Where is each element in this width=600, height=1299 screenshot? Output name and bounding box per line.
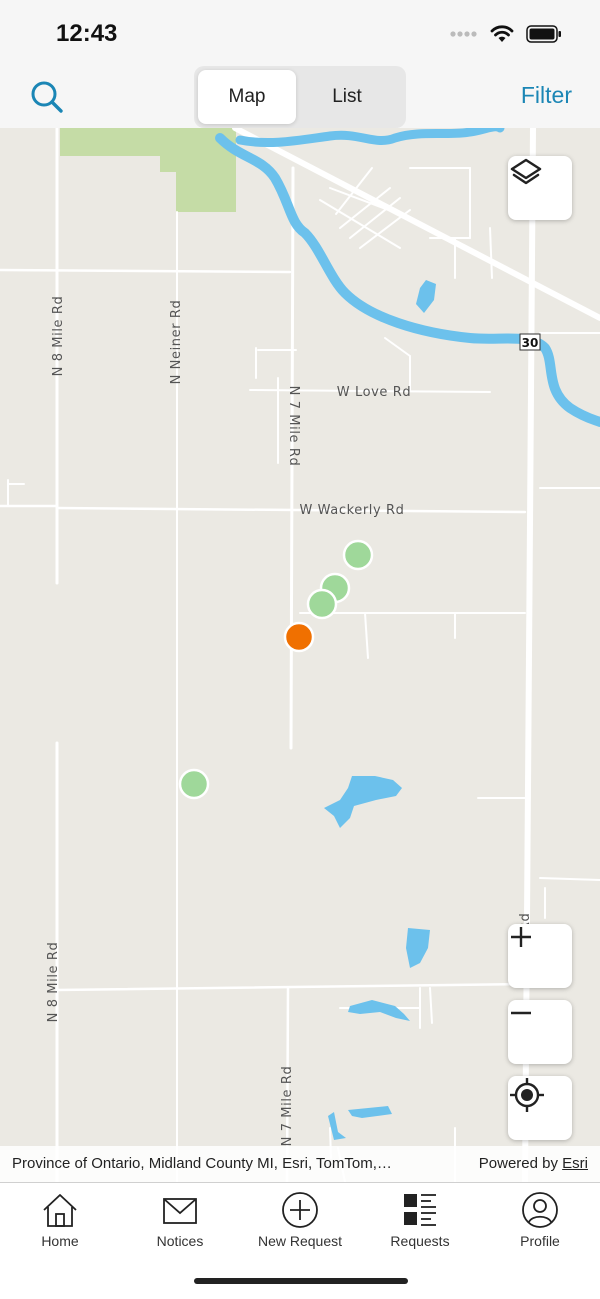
list-icon bbox=[404, 1194, 436, 1226]
tab-home-label: Home bbox=[41, 1233, 79, 1249]
tab-new-request-label: New Request bbox=[257, 1233, 343, 1249]
request-marker[interactable] bbox=[342, 539, 374, 571]
attribution-sources: Province of Ontario, Midland County MI, … bbox=[12, 1155, 392, 1172]
map-view[interactable]: N 8 Mile Rd N Neiner Rd N 7 Mile Rd W Lo… bbox=[0, 128, 600, 1182]
road-label-love: W Love Rd bbox=[337, 385, 411, 400]
plus-circle-icon bbox=[282, 1192, 318, 1228]
battery-icon bbox=[526, 25, 561, 43]
status-icons bbox=[450, 22, 562, 46]
filter-button[interactable]: Filter bbox=[521, 82, 572, 109]
plus-icon bbox=[511, 927, 531, 947]
envelope-icon bbox=[163, 1198, 197, 1224]
tab-requests[interactable]: Requests bbox=[360, 1183, 480, 1255]
road-label-n7-upper: N 7 Mile Rd bbox=[286, 386, 301, 467]
attribution-powered-by: Powered by Esri bbox=[479, 1155, 588, 1172]
tab-profile[interactable]: Profile bbox=[480, 1183, 600, 1255]
highway-shield-30: 30 bbox=[519, 333, 541, 351]
park-area bbox=[60, 128, 236, 212]
user-circle-icon bbox=[522, 1192, 558, 1228]
map-attribution: Province of Ontario, Midland County MI, … bbox=[0, 1146, 600, 1182]
tab-requests-label: Requests bbox=[390, 1233, 450, 1249]
lake bbox=[348, 1106, 392, 1118]
lake bbox=[348, 1000, 410, 1021]
lake bbox=[324, 776, 402, 828]
tab-profile-label: Profile bbox=[520, 1233, 560, 1249]
tab-home[interactable]: Home bbox=[0, 1183, 120, 1255]
svg-text:30: 30 bbox=[522, 336, 539, 350]
zoom-in-button[interactable] bbox=[508, 924, 572, 988]
minus-icon bbox=[511, 1011, 531, 1015]
top-bar: Map List Filter bbox=[0, 64, 600, 128]
lake bbox=[406, 928, 430, 968]
signal-icon bbox=[450, 31, 477, 37]
view-segmented-control: Map List bbox=[194, 66, 406, 128]
search-button[interactable] bbox=[28, 78, 68, 118]
status-bar: 12:43 bbox=[0, 0, 600, 64]
home-icon bbox=[43, 1194, 77, 1227]
segment-map[interactable]: Map bbox=[198, 70, 296, 124]
road-label-n8-upper: N 8 Mile Rd bbox=[51, 296, 66, 377]
crosshair-icon bbox=[510, 1078, 544, 1112]
tab-notices[interactable]: Notices bbox=[120, 1183, 240, 1255]
request-marker[interactable] bbox=[178, 768, 210, 800]
layers-button[interactable] bbox=[508, 156, 572, 220]
lake bbox=[416, 280, 436, 313]
road-label-n8-lower: N 8 Mile Rd bbox=[46, 942, 61, 1023]
search-icon bbox=[31, 81, 63, 113]
road-label-neiner: N Neiner Rd bbox=[169, 300, 184, 385]
tab-notices-label: Notices bbox=[156, 1233, 204, 1249]
powered-by-label: Powered by bbox=[478, 1155, 558, 1172]
status-time: 12:43 bbox=[56, 20, 118, 47]
home-indicator bbox=[194, 1278, 408, 1284]
zoom-out-button[interactable] bbox=[508, 1000, 572, 1064]
road-label-n7-lower: N 7 Mile Rd bbox=[280, 1066, 295, 1147]
wifi-icon bbox=[490, 25, 514, 42]
locate-button[interactable] bbox=[508, 1076, 572, 1140]
esri-link[interactable]: Esri bbox=[562, 1155, 588, 1172]
request-marker[interactable] bbox=[306, 588, 338, 620]
request-marker-selected[interactable] bbox=[283, 621, 315, 653]
layers-icon bbox=[510, 158, 542, 185]
tab-new-request[interactable]: New Request bbox=[240, 1183, 360, 1255]
segment-list[interactable]: List bbox=[298, 70, 396, 124]
road-label-wackerly: W Wackerly Rd bbox=[299, 503, 404, 518]
